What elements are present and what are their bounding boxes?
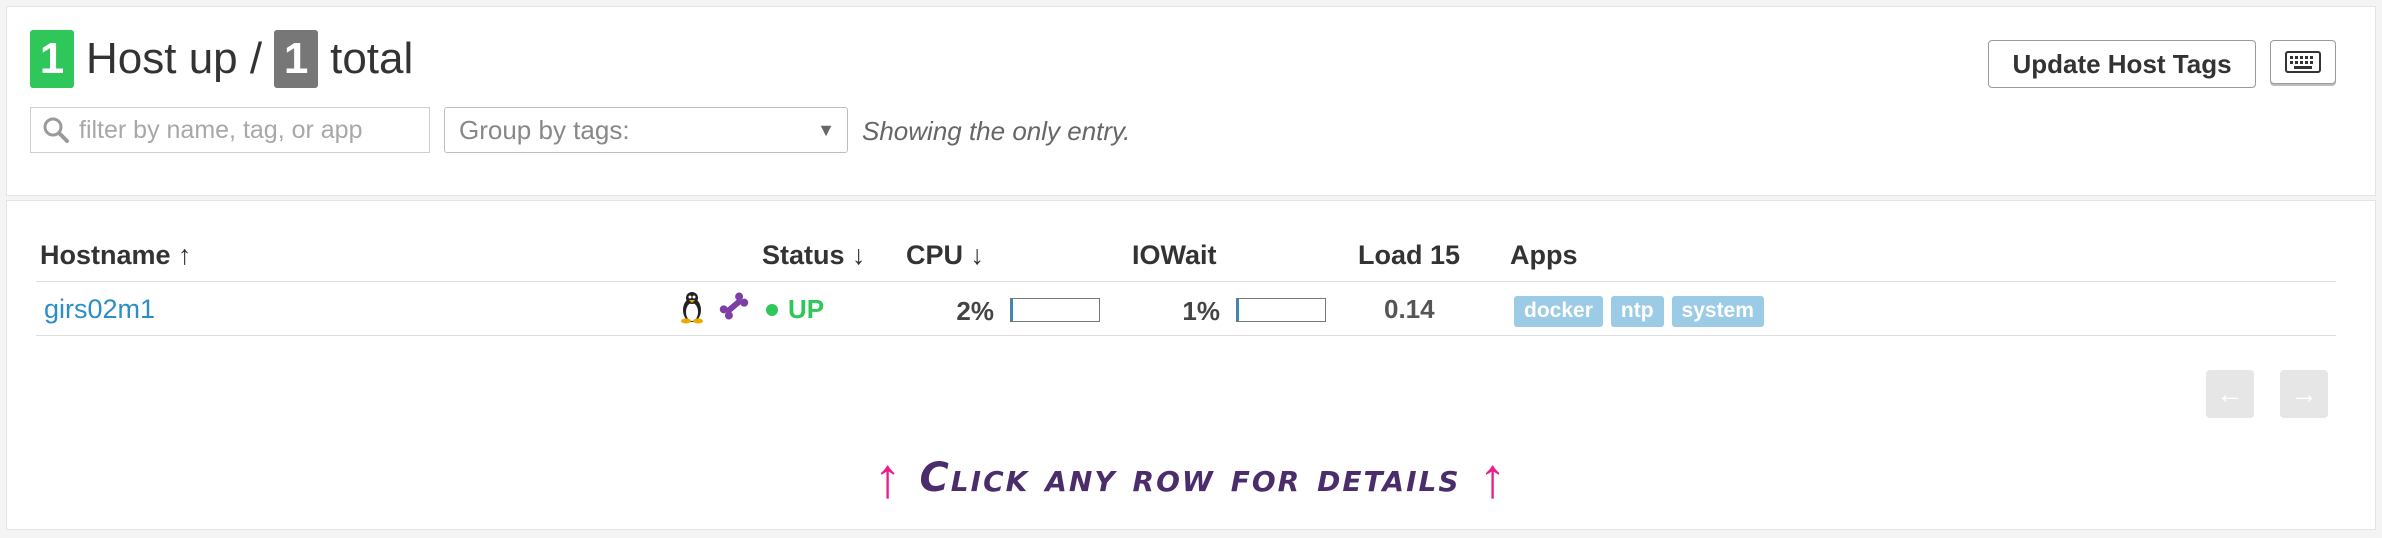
column-hostname[interactable]: Hostname ↑ — [40, 240, 192, 271]
update-host-tags-button[interactable]: Update Host Tags — [1988, 40, 2256, 88]
header-divider — [36, 281, 2336, 282]
column-iowait[interactable]: IOWait — [1132, 240, 1217, 271]
cpu-bar-fill — [1011, 299, 1013, 321]
host-count-header: 1 Host up / 1 total — [30, 30, 425, 88]
host-filter-box[interactable] — [30, 107, 430, 153]
hint-text: Click any row for details — [919, 455, 1461, 501]
app-tag-system[interactable]: system — [1671, 296, 1764, 327]
apps-list: docker ntp system — [1514, 296, 1764, 327]
group-by-tags-select[interactable]: Group by tags: ▼ — [444, 107, 848, 153]
prev-page-button[interactable]: ← — [2206, 370, 2254, 418]
showing-entries-text: Showing the only entry. — [862, 116, 1131, 146]
table-row[interactable]: girs02m1 UP 2% 1% 0.14 docker ntp system — [0, 286, 2382, 334]
cpu-value: 2% — [956, 296, 994, 326]
keyboard-icon — [2285, 51, 2321, 73]
iowait-value: 1% — [1182, 296, 1220, 326]
status-dot-icon — [766, 303, 778, 316]
table-header: Hostname ↑ Status ↓ CPU ↓ IOWait Load 15… — [0, 240, 2382, 280]
hosts-up-label: Host up / — [86, 34, 263, 83]
filter-input[interactable] — [77, 114, 421, 146]
search-icon — [43, 117, 69, 143]
linux-icon — [678, 290, 706, 329]
column-status[interactable]: Status ↓ — [762, 240, 866, 271]
load15-value: 0.14 — [1384, 294, 1435, 324]
column-cpu[interactable]: CPU ↓ — [906, 240, 984, 271]
cpu-bar — [1010, 298, 1100, 322]
column-load15[interactable]: Load 15 — [1358, 240, 1460, 271]
column-apps[interactable]: Apps — [1510, 240, 1578, 271]
bone-icon — [718, 290, 750, 327]
up-arrow-icon: ↑ — [1478, 446, 1507, 509]
hosts-up-count-badge: 1 — [30, 30, 74, 88]
hosts-total-label: total — [330, 34, 414, 83]
hostname-link[interactable]: girs02m1 — [44, 294, 155, 325]
chevron-down-icon: ▼ — [817, 119, 835, 140]
status-text: UP — [788, 294, 825, 324]
next-page-button[interactable]: → — [2280, 370, 2328, 418]
keyboard-shortcuts-button[interactable] — [2270, 40, 2336, 84]
up-arrow-icon: ↑ — [873, 446, 902, 509]
hosts-total-count-badge: 1 — [274, 30, 319, 88]
group-by-label: Group by tags: — [459, 114, 630, 145]
row-divider — [36, 335, 2336, 336]
iowait-bar-fill — [1237, 299, 1239, 321]
status-badge: UP — [766, 294, 824, 325]
app-tag-ntp[interactable]: ntp — [1610, 296, 1664, 327]
click-row-hint: ↑ Click any row for details ↑ — [790, 446, 1590, 510]
app-tag-docker[interactable]: docker — [1514, 296, 1603, 327]
iowait-bar — [1236, 298, 1326, 322]
